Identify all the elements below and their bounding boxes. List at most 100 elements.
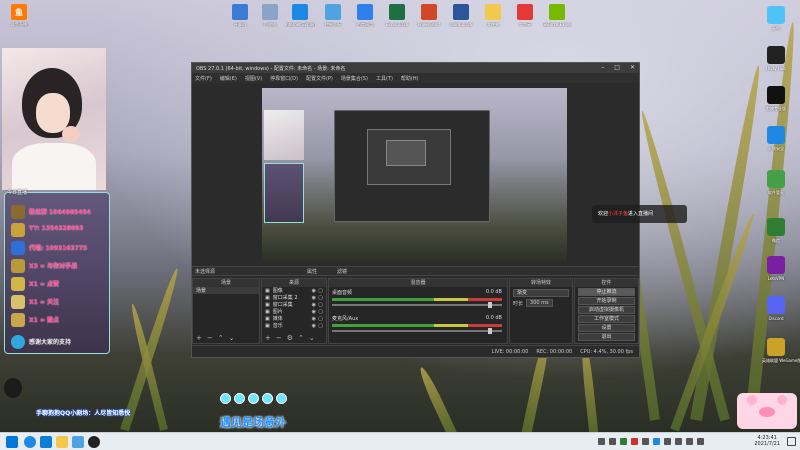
desktop-icon[interactable]: 英雄联盟 WeGame版: [762, 338, 800, 363]
source-item[interactable]: ▣ 图像 ◉ ▢: [262, 287, 326, 295]
source-item[interactable]: ▣ 音乐 ◉ ▢: [262, 322, 326, 330]
stop-streaming-button[interactable]: 停止推流: [578, 288, 635, 296]
desktop-icon[interactable]: 文件夹: [478, 4, 508, 27]
menu-edit[interactable]: 编辑(E): [220, 75, 237, 82]
maximize-icon[interactable]: □: [614, 64, 620, 71]
desktop-icon[interactable]: 百度网盘: [350, 4, 380, 27]
desktop-icon[interactable]: Discord: [762, 296, 790, 321]
desktop-icon[interactable]: 控制面板: [318, 4, 348, 27]
tray-icon[interactable]: [653, 438, 660, 445]
search-icon[interactable]: [24, 436, 36, 448]
add-icon[interactable]: +: [196, 334, 202, 342]
tray-icon[interactable]: [609, 438, 616, 445]
up-icon[interactable]: ⌃: [298, 334, 304, 342]
menu-docks[interactable]: 停靠窗口(D): [270, 75, 298, 82]
down-icon[interactable]: ⌄: [229, 334, 235, 342]
visibility-eye-icon[interactable]: ◉: [312, 302, 316, 308]
visibility-eye-icon[interactable]: ◉: [312, 323, 316, 329]
file-explorer-icon[interactable]: [56, 436, 68, 448]
menu-scene-collection[interactable]: 场景集合(S): [341, 75, 368, 82]
remove-icon[interactable]: −: [207, 334, 213, 342]
lock-icon[interactable]: ▢: [318, 309, 323, 315]
start-virtual-camera-button[interactable]: 启动虚拟摄像机: [578, 306, 635, 314]
desktop-icon[interactable]: 软件管家: [762, 170, 790, 195]
source-type-icon: ▣: [265, 301, 270, 308]
gift-icon: [11, 277, 25, 291]
filters-button[interactable]: 滤镜: [337, 268, 347, 275]
desktop-icon[interactable]: 剪映专业版: [762, 86, 790, 111]
tray-icon[interactable]: [598, 438, 605, 445]
properties-button[interactable]: 属性: [307, 268, 317, 275]
visibility-eye-icon[interactable]: ◉: [312, 316, 316, 322]
tray-icon[interactable]: [642, 438, 649, 445]
desktop-icon[interactable]: 天气: [762, 6, 790, 31]
up-icon[interactable]: ⌃: [218, 334, 224, 342]
desktop-icon[interactable]: 华为云: [510, 4, 540, 27]
menu-help[interactable]: 帮助(H): [401, 75, 419, 82]
desktop-icon[interactable]: Unity Hub: [762, 46, 790, 71]
transition-select[interactable]: 渐变: [513, 289, 569, 297]
menu-view[interactable]: 视图(V): [245, 75, 262, 82]
obs-preview[interactable]: [262, 88, 567, 262]
minimize-icon[interactable]: –: [601, 64, 604, 71]
tray-icon[interactable]: [631, 438, 638, 445]
network-icon[interactable]: [675, 438, 682, 445]
edge-icon[interactable]: [40, 436, 52, 448]
source-item[interactable]: ▣ 媒体 ◉ ▢: [262, 315, 326, 323]
menu-file[interactable]: 文件(F): [195, 75, 212, 82]
desktop-icon-douyu[interactable]: 鱼 斗鱼直播: [4, 4, 34, 27]
volume-icon[interactable]: [686, 438, 693, 445]
desktop-icon[interactable]: Excel 2016: [382, 4, 412, 27]
menu-tools[interactable]: 工具(T): [376, 75, 393, 82]
visibility-eye-icon[interactable]: ◉: [312, 309, 316, 315]
app-icon[interactable]: [72, 436, 84, 448]
desktop-icon[interactable]: GeForce Experience: [542, 4, 572, 27]
desktop-icon[interactable]: LetsVPN: [762, 256, 790, 281]
close-icon[interactable]: ✕: [630, 64, 635, 71]
lock-icon[interactable]: ▢: [318, 302, 323, 308]
gear-icon[interactable]: ⚙: [287, 334, 293, 342]
start-icon[interactable]: [6, 436, 18, 448]
ime-icon[interactable]: [697, 438, 704, 445]
desktop-icon[interactable]: PowerPoint: [414, 4, 444, 27]
down-icon[interactable]: ⌄: [309, 334, 315, 342]
source-item[interactable]: ▣ 窗口采集 2 ◉ ▢: [262, 294, 326, 302]
start-recording-button[interactable]: 开始录制: [578, 297, 635, 305]
visibility-eye-icon[interactable]: ◉: [312, 295, 316, 301]
exit-button[interactable]: 退出: [578, 333, 635, 341]
volume-slider[interactable]: [332, 302, 502, 308]
scene-item[interactable]: 场景: [193, 287, 259, 294]
tray-icon[interactable]: [664, 438, 671, 445]
qq-penguin-icon: [4, 378, 22, 398]
tray-icon[interactable]: [620, 438, 627, 445]
volume-slider[interactable]: [332, 328, 502, 334]
desktop-icon[interactable]: 回收站: [255, 4, 285, 27]
menu-profile[interactable]: 配置文件(P): [306, 75, 333, 82]
desktop-icon[interactable]: 微信: [762, 218, 790, 243]
clock[interactable]: 4:23:41 2021/7/21: [754, 435, 780, 447]
source-dock-bar: 未选择源 属性 滤镜: [192, 266, 639, 276]
excel-icon: [389, 4, 405, 20]
sources-title: 来源: [262, 279, 326, 287]
obs-titlebar[interactable]: OBS 27.0.1 (64-bit, windows) - 配置文件: 未命名…: [192, 63, 639, 73]
source-item[interactable]: ▣ 窗口采集 ◉ ▢: [262, 301, 326, 309]
obs-window[interactable]: OBS 27.0.1 (64-bit, windows) - 配置文件: 未命名…: [191, 62, 640, 358]
desktop-icon[interactable]: Internet Explorer: [285, 4, 315, 27]
add-icon[interactable]: +: [265, 334, 271, 342]
lock-icon[interactable]: ▢: [318, 295, 323, 301]
obs-icon[interactable]: [88, 436, 100, 448]
desktop-icon[interactable]: Word 2016: [446, 4, 476, 27]
visibility-eye-icon[interactable]: ◉: [312, 288, 316, 294]
lock-icon[interactable]: ▢: [318, 316, 323, 322]
desktop-icon[interactable]: 火绒安全: [762, 126, 790, 151]
duration-input[interactable]: 300 ms: [526, 299, 553, 307]
remove-icon[interactable]: −: [276, 334, 282, 342]
source-item[interactable]: ▣ 图片 ◉ ▢: [262, 308, 326, 316]
lock-icon[interactable]: ▢: [318, 288, 323, 294]
notification-icon[interactable]: [787, 437, 796, 446]
settings-button[interactable]: 设置: [578, 324, 635, 332]
studio-mode-button[interactable]: 工作室模式: [578, 315, 635, 323]
desktop-icon[interactable]: 计算机: [225, 4, 255, 27]
lock-icon[interactable]: ▢: [318, 323, 323, 329]
source-type-icon: ▣: [265, 308, 270, 315]
